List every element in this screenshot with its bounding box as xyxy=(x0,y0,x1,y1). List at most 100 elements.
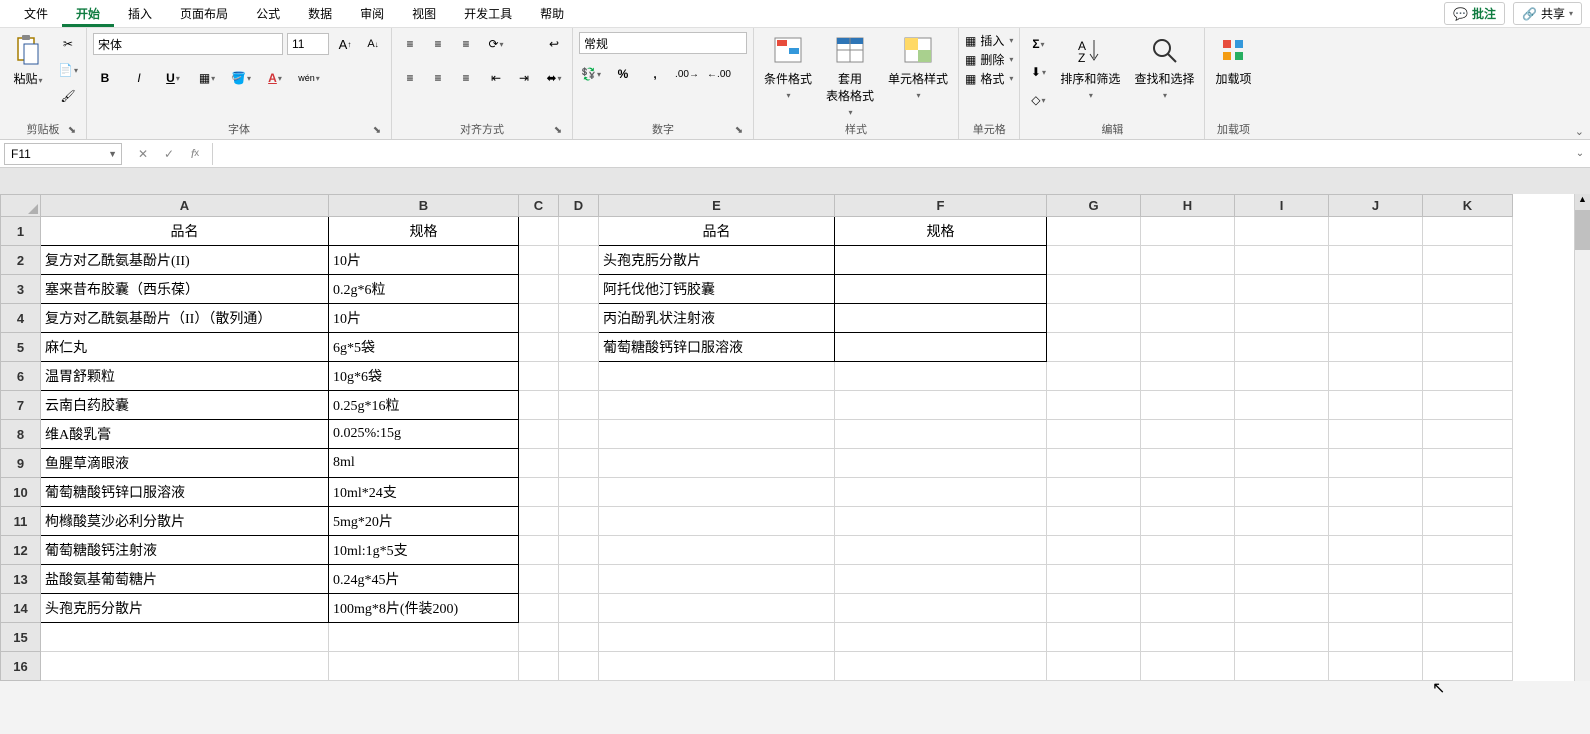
table-format-button[interactable]: 套用 表格格式 xyxy=(822,32,878,119)
cell-B8[interactable]: 0.025%:15g xyxy=(329,420,519,449)
cell-C16[interactable] xyxy=(519,652,559,681)
cell-H4[interactable] xyxy=(1141,304,1235,333)
select-all-corner[interactable] xyxy=(1,195,41,217)
cell-B9[interactable]: 8ml xyxy=(329,449,519,478)
menu-home[interactable]: 开始 xyxy=(62,1,114,27)
cell-H9[interactable] xyxy=(1141,449,1235,478)
row-header-11[interactable]: 11 xyxy=(1,507,41,536)
align-center-button[interactable]: ≡ xyxy=(426,66,450,90)
cell-B16[interactable] xyxy=(329,652,519,681)
find-select-button[interactable]: 查找和选择 xyxy=(1130,32,1198,102)
cell-D3[interactable] xyxy=(559,275,599,304)
cell-G2[interactable] xyxy=(1047,246,1141,275)
scroll-thumb[interactable] xyxy=(1575,210,1590,250)
cell-B10[interactable]: 10ml*24支 xyxy=(329,478,519,507)
insert-function-button[interactable]: fx xyxy=(182,143,208,165)
cell-E2[interactable]: 头孢克肟分散片 xyxy=(599,246,835,275)
cell-H15[interactable] xyxy=(1141,623,1235,652)
cell-C2[interactable] xyxy=(519,246,559,275)
cell-E14[interactable] xyxy=(599,594,835,623)
cell-A10[interactable]: 葡萄糖酸钙锌口服溶液 xyxy=(41,478,329,507)
cell-C8[interactable] xyxy=(519,420,559,449)
cell-F15[interactable] xyxy=(835,623,1047,652)
number-format-select[interactable] xyxy=(579,32,747,54)
share-button[interactable]: 🔗共享▾ xyxy=(1513,2,1582,25)
cell-D14[interactable] xyxy=(559,594,599,623)
cell-E8[interactable] xyxy=(599,420,835,449)
cell-F8[interactable] xyxy=(835,420,1047,449)
cell-E10[interactable] xyxy=(599,478,835,507)
cell-I6[interactable] xyxy=(1235,362,1329,391)
cell-J10[interactable] xyxy=(1329,478,1423,507)
cell-C11[interactable] xyxy=(519,507,559,536)
cell-B13[interactable]: 0.24g*45片 xyxy=(329,565,519,594)
cell-F5[interactable] xyxy=(835,333,1047,362)
cell-H1[interactable] xyxy=(1141,217,1235,246)
cell-E3[interactable]: 阿托伐他汀钙胶囊 xyxy=(599,275,835,304)
cell-G16[interactable] xyxy=(1047,652,1141,681)
cell-I2[interactable] xyxy=(1235,246,1329,275)
cell-K14[interactable] xyxy=(1423,594,1513,623)
cell-E16[interactable] xyxy=(599,652,835,681)
menu-insert[interactable]: 插入 xyxy=(114,1,166,26)
cell-F2[interactable] xyxy=(835,246,1047,275)
cell-C15[interactable] xyxy=(519,623,559,652)
cell-A3[interactable]: 塞来昔布胶囊（西乐葆） xyxy=(41,275,329,304)
cell-F16[interactable] xyxy=(835,652,1047,681)
number-launcher[interactable]: ⬊ xyxy=(733,125,745,137)
bold-button[interactable]: B xyxy=(93,66,117,90)
cell-G9[interactable] xyxy=(1047,449,1141,478)
cell-F7[interactable] xyxy=(835,391,1047,420)
align-launcher[interactable]: ⬊ xyxy=(552,125,564,137)
cut-button[interactable]: ✂ xyxy=(56,32,80,56)
cell-B1[interactable]: 规格 xyxy=(329,217,519,246)
column-header-G[interactable]: G xyxy=(1047,195,1141,217)
vertical-scrollbar[interactable]: ▲ xyxy=(1574,194,1590,681)
cell-B11[interactable]: 5mg*20片 xyxy=(329,507,519,536)
menu-data[interactable]: 数据 xyxy=(294,1,346,26)
cell-D16[interactable] xyxy=(559,652,599,681)
cell-G14[interactable] xyxy=(1047,594,1141,623)
cell-D10[interactable] xyxy=(559,478,599,507)
cell-I13[interactable] xyxy=(1235,565,1329,594)
clear-button[interactable]: ◇ xyxy=(1026,88,1050,112)
italic-button[interactable]: I xyxy=(127,66,151,90)
row-header-4[interactable]: 4 xyxy=(1,304,41,333)
cell-J7[interactable] xyxy=(1329,391,1423,420)
row-header-3[interactable]: 3 xyxy=(1,275,41,304)
paste-button[interactable]: 粘贴 xyxy=(6,32,50,89)
row-header-6[interactable]: 6 xyxy=(1,362,41,391)
formula-input[interactable] xyxy=(213,143,1570,165)
comma-button[interactable]: , xyxy=(643,62,667,86)
cell-C5[interactable] xyxy=(519,333,559,362)
font-launcher[interactable]: ⬊ xyxy=(371,125,383,137)
wrap-text-button[interactable]: ↩ xyxy=(542,32,566,56)
cell-K15[interactable] xyxy=(1423,623,1513,652)
cell-H11[interactable] xyxy=(1141,507,1235,536)
cell-C14[interactable] xyxy=(519,594,559,623)
cell-E1[interactable]: 品名 xyxy=(599,217,835,246)
cell-B5[interactable]: 6g*5袋 xyxy=(329,333,519,362)
menu-help[interactable]: 帮助 xyxy=(526,1,578,26)
cell-H12[interactable] xyxy=(1141,536,1235,565)
cell-J6[interactable] xyxy=(1329,362,1423,391)
cell-C4[interactable] xyxy=(519,304,559,333)
row-header-12[interactable]: 12 xyxy=(1,536,41,565)
cell-G4[interactable] xyxy=(1047,304,1141,333)
cell-I16[interactable] xyxy=(1235,652,1329,681)
cell-F9[interactable] xyxy=(835,449,1047,478)
cell-A13[interactable]: 盐酸氨基葡萄糖片 xyxy=(41,565,329,594)
cell-D12[interactable] xyxy=(559,536,599,565)
column-header-E[interactable]: E xyxy=(599,195,835,217)
menu-view[interactable]: 视图 xyxy=(398,1,450,26)
column-header-C[interactable]: C xyxy=(519,195,559,217)
fill-color-button[interactable]: 🪣 xyxy=(229,66,253,90)
font-color-button[interactable]: A xyxy=(263,66,287,90)
column-header-A[interactable]: A xyxy=(41,195,329,217)
cell-K5[interactable] xyxy=(1423,333,1513,362)
cell-C10[interactable] xyxy=(519,478,559,507)
cell-J9[interactable] xyxy=(1329,449,1423,478)
column-header-K[interactable]: K xyxy=(1423,195,1513,217)
cell-J13[interactable] xyxy=(1329,565,1423,594)
delete-cells-button[interactable]: ▦删除 xyxy=(965,51,1013,68)
